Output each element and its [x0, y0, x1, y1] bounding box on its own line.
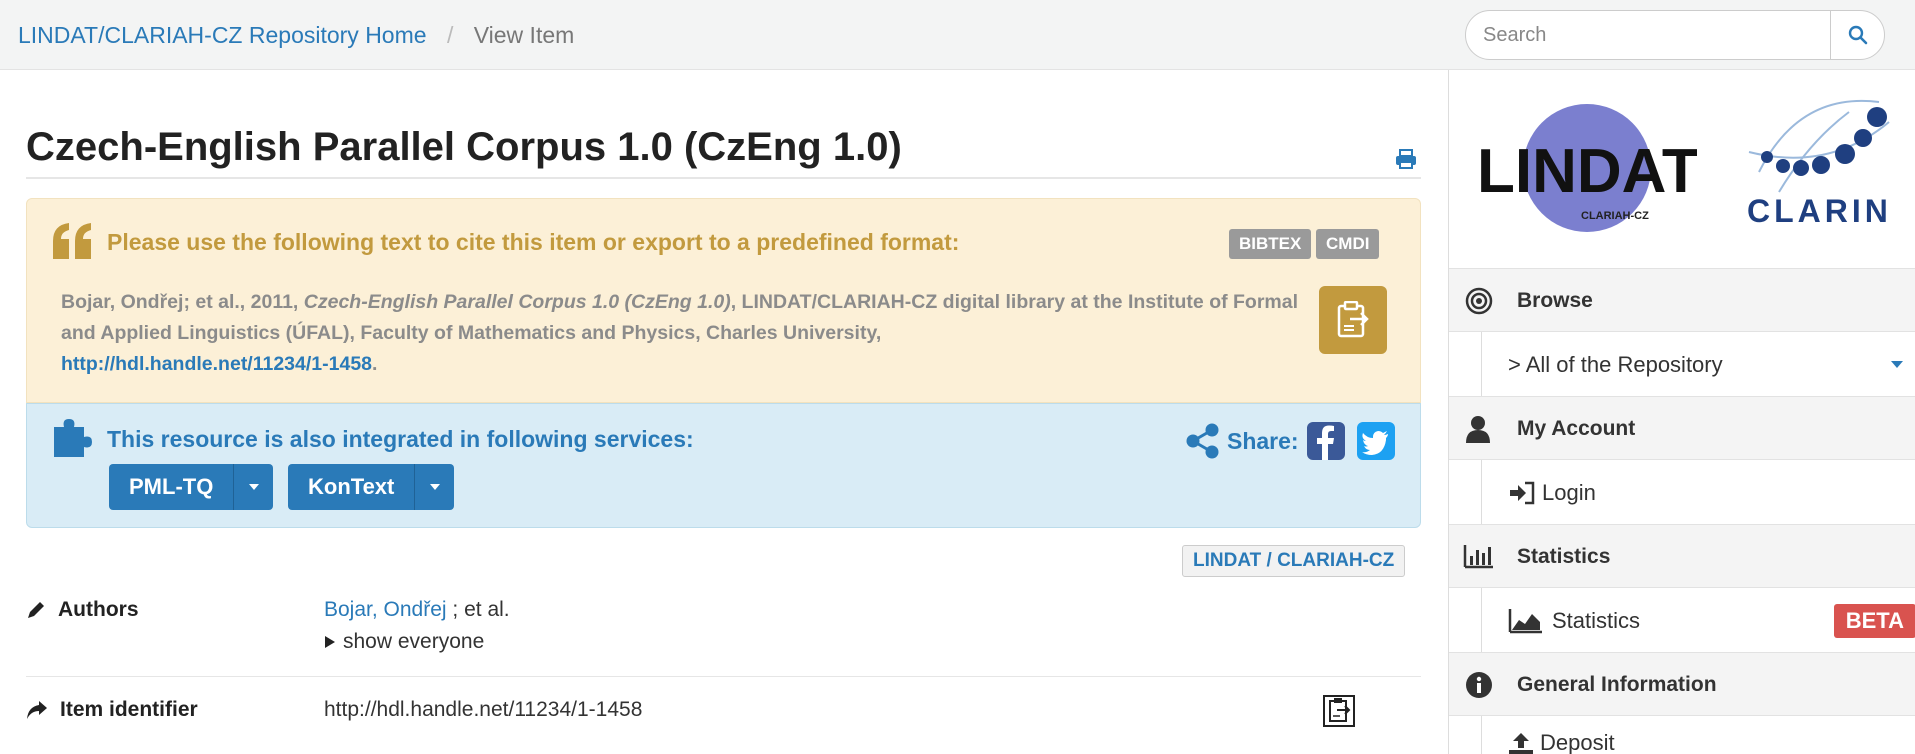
pmltq-dropdown-toggle[interactable] [233, 464, 273, 510]
puzzle-icon [54, 419, 92, 457]
share-group: Share: [1185, 422, 1395, 460]
sidebar-item-label-group: Login [1508, 480, 1596, 506]
citation-heading: Please use the following text to cite th… [107, 229, 960, 255]
citation-handle-link[interactable]: http://hdl.handle.net/11234/1-1458 [61, 353, 372, 375]
sidebar-account-heading: My Account [1449, 396, 1915, 460]
caret-down-icon [248, 484, 259, 490]
sidebar-item-inner: Statistics BETA [1481, 588, 1915, 652]
title-divider [26, 177, 1421, 179]
export-cmdi-button[interactable]: CMDI [1316, 229, 1380, 259]
sidebar-browse-heading: Browse [1449, 268, 1915, 332]
authors-value: Bojar, Ondřej ; et al. [324, 598, 510, 622]
sidebar-item-login[interactable]: Login [1449, 460, 1915, 524]
identifier-label-group: Item identifier [26, 698, 198, 722]
clarin-logo[interactable]: CLARIN [1739, 82, 1909, 242]
export-bibtex-button[interactable]: BIBTEX [1229, 229, 1312, 259]
authors-label: Authors [58, 598, 139, 621]
print-button[interactable] [1395, 148, 1417, 175]
facebook-icon[interactable] [1306, 422, 1345, 460]
breadcrumb-current: View Item [473, 22, 575, 48]
sidebar-item-deposit[interactable]: Deposit [1449, 716, 1915, 754]
share-arrow-icon [27, 701, 47, 719]
upload-icon [1509, 733, 1533, 754]
pmltq-label: PML-TQ [129, 474, 214, 499]
caret-down-icon [429, 484, 440, 490]
browse-heading-text: Browse [1517, 289, 1593, 312]
kontext-service-button[interactable]: KonText [288, 464, 455, 510]
identifier-label: Item identifier [60, 698, 198, 721]
pmltq-service-button[interactable]: PML-TQ [109, 464, 274, 510]
sidebar-item-label-group: Deposit [1508, 730, 1615, 754]
beta-badge: BETA [1833, 604, 1915, 638]
identifier-row: Item identifier http://hdl.handle.net/11… [26, 695, 1421, 738]
logos-area: LINDAT CLARIAH-CZ CLARIN [1449, 70, 1915, 270]
citation-box: Please use the following text to cite th… [26, 198, 1421, 403]
sidebar-general-heading: General Information [1449, 652, 1915, 716]
authors-row: Authors Bojar, Ondřej ; et al. show ever… [26, 598, 1421, 668]
sidebar-item-inner: > All of the Repository [1481, 332, 1915, 396]
share-icon [1186, 423, 1219, 459]
info-icon [1466, 672, 1492, 698]
authors-et-al: ; et al. [452, 598, 510, 621]
sidebar-statistics-heading: Statistics [1449, 524, 1915, 588]
statistics-heading-text: Statistics [1517, 545, 1611, 568]
authors-label-group: Authors [26, 598, 139, 622]
identifier-link[interactable]: http://hdl.handle.net/11234/1-1458 [324, 698, 642, 722]
quote-icon [53, 223, 91, 259]
breadcrumb: LINDAT/CLARIAH-CZ Repository Home / View… [18, 22, 574, 49]
area-chart-icon [1508, 609, 1542, 634]
triangle-right-icon [325, 636, 335, 648]
caret-down-icon [1891, 361, 1903, 368]
svg-text:CLARIN: CLARIN [1747, 193, 1892, 229]
sidebar-item-label: > All of the Repository [1508, 352, 1723, 377]
sidebar-item-label: Login [1542, 480, 1596, 505]
sidebar-item-all-repository[interactable]: > All of the Repository [1449, 332, 1915, 396]
item-title: Czech-English Parallel Corpus 1.0 (CzEng… [26, 125, 902, 169]
sidebar-item-statistics[interactable]: Statistics BETA [1449, 588, 1915, 652]
sidebar-item-inner: Login [1481, 460, 1915, 524]
row-divider [26, 676, 1421, 677]
repository-badge[interactable]: LINDAT / CLARIAH-CZ [1182, 545, 1406, 577]
pencil-icon [28, 602, 44, 618]
citation-text: Bojar, Ondřej; et al., 2011, Czech-Engli… [61, 287, 1301, 380]
sidebar-item-inner: Deposit [1481, 716, 1915, 754]
sidebar-item-label-group: Statistics [1508, 608, 1640, 634]
print-icon [1396, 149, 1416, 169]
breadcrumb-home-link[interactable]: LINDAT/CLARIAH-CZ Repository Home [18, 22, 427, 48]
citation-title: Czech-English Parallel Corpus 1.0 (CzEng… [303, 291, 731, 313]
clipboard-icon[interactable] [1322, 694, 1356, 728]
breadcrumb-separator: / [446, 22, 454, 48]
search-button[interactable] [1830, 11, 1884, 59]
lindat-logo[interactable]: LINDAT CLARIAH-CZ [1477, 92, 1697, 242]
top-bar: LINDAT/CLARIAH-CZ Repository Home / View… [0, 0, 1915, 70]
twitter-icon[interactable] [1356, 422, 1395, 460]
citation-end: . [372, 353, 378, 375]
share-label: Share: [1227, 427, 1299, 454]
sidebar-item-label: Statistics [1552, 608, 1641, 633]
sign-in-icon [1510, 481, 1535, 505]
sidebar: LINDAT CLARIAH-CZ CLARIN Browse > All of [1448, 70, 1915, 754]
services-heading: This resource is also integrated in foll… [107, 426, 694, 452]
show-everyone-toggle[interactable]: show everyone [324, 630, 484, 654]
services-box: This resource is also integrated in foll… [26, 403, 1421, 528]
clipboard-icon [1337, 301, 1369, 338]
show-everyone-label: show everyone [343, 630, 485, 653]
sidebar-item-label: Deposit [1540, 730, 1615, 754]
svg-text:LINDAT: LINDAT [1477, 137, 1697, 206]
kontext-label: KonText [308, 474, 395, 499]
account-heading-text: My Account [1517, 417, 1636, 440]
user-icon [1466, 416, 1490, 443]
search-icon [1848, 25, 1867, 45]
search-input[interactable] [1466, 11, 1831, 59]
svg-text:CLARIAH-CZ: CLARIAH-CZ [1581, 210, 1649, 222]
general-heading-text: General Information [1517, 673, 1717, 696]
search-box [1465, 10, 1885, 60]
citation-authors: Bojar, Ondřej; et al., 2011, [61, 291, 304, 313]
target-icon [1465, 287, 1493, 315]
kontext-dropdown-toggle[interactable] [414, 464, 454, 510]
copy-citation-button[interactable] [1319, 286, 1387, 354]
author-link[interactable]: Bojar, Ondřej [324, 598, 447, 621]
bar-chart-icon [1463, 545, 1493, 569]
